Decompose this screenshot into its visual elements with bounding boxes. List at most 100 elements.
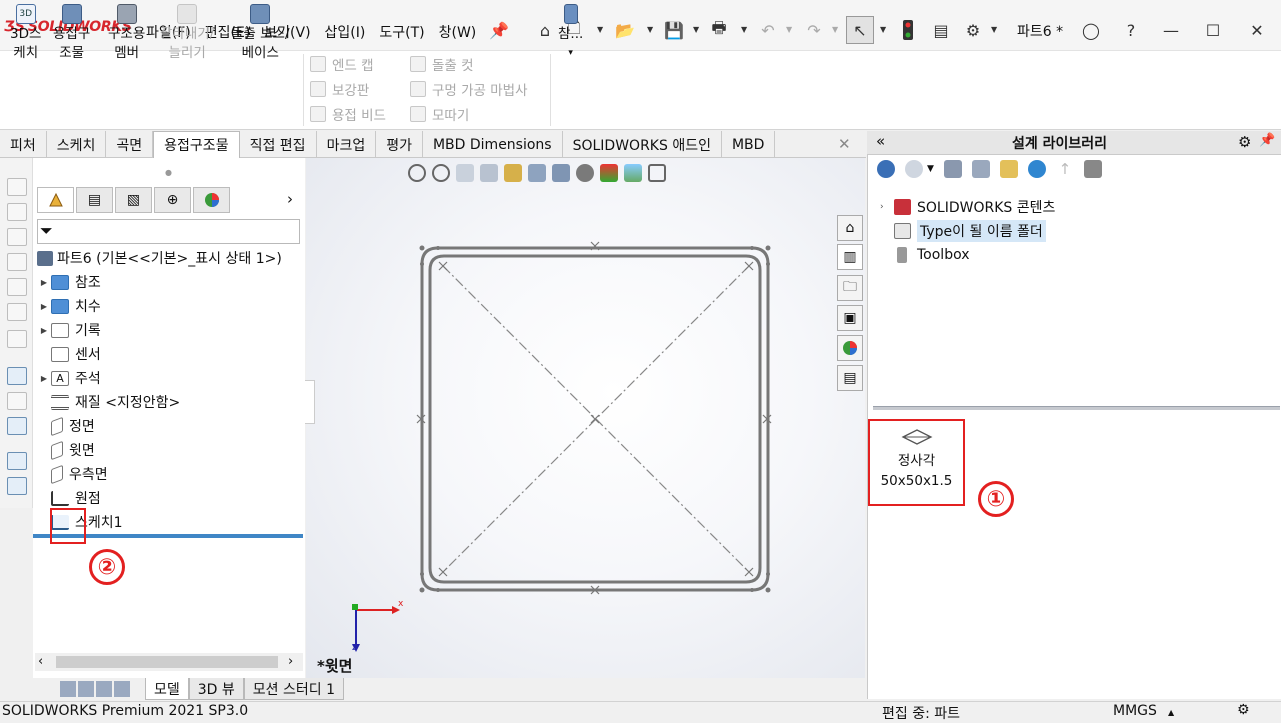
undo-icon[interactable]: ↶ (756, 18, 780, 42)
scroll-thumb[interactable] (56, 656, 278, 668)
user-account-icon[interactable]: ◯ (1079, 18, 1103, 42)
tree-item-right-plane[interactable]: 우측면 (37, 463, 108, 485)
extruded-cut-button[interactable]: 돌출 컷 (410, 54, 474, 74)
tab-mbd[interactable]: MBD (722, 131, 776, 158)
expand-arrow-icon[interactable]: ▶ (37, 302, 51, 311)
strip-select-icon[interactable] (7, 367, 27, 385)
expand-arrow-icon[interactable]: ▶ (37, 278, 51, 287)
tab-motion-study[interactable]: 모션 스터디 1 (243, 678, 345, 700)
pin-icon[interactable]: 📌 (487, 18, 511, 42)
menu-insert[interactable]: 삽입(I) (325, 22, 366, 42)
library-item-type-folder[interactable]: Type이 될 이름 폴더 (880, 220, 1046, 242)
maximize-icon[interactable]: ☐ (1201, 18, 1225, 42)
strip-tool-7-icon[interactable] (7, 330, 27, 348)
redo-dropdown-icon[interactable]: ▼ (832, 25, 838, 34)
refresh-icon[interactable] (1027, 160, 1046, 178)
strip-copy-icon[interactable] (7, 452, 27, 470)
weldment-button[interactable]: 용접구 조물 (53, 4, 90, 63)
tab-weldments[interactable]: 용접구조물 (153, 131, 240, 158)
panel-pin-icon[interactable]: 📌 (1259, 133, 1275, 148)
tree-item-dimensions[interactable]: ▶ 치수 (37, 295, 101, 317)
open-icon[interactable]: 📂 (613, 18, 637, 42)
strip-tool-6-icon[interactable] (7, 303, 27, 321)
save-icon[interactable]: 💾 (662, 18, 686, 42)
library-panel-divider[interactable] (873, 406, 1280, 410)
select-dropdown-icon[interactable]: ▼ (880, 25, 886, 34)
tree-item-origin[interactable]: 원점 (37, 487, 101, 509)
create-new-folder-icon[interactable] (999, 160, 1018, 178)
tab-features[interactable]: 피처 (0, 131, 47, 158)
tree-filter-input[interactable] (37, 219, 300, 244)
view-palette-icon[interactable]: ▣ (837, 305, 863, 331)
scroll-right-icon[interactable]: › (288, 654, 293, 669)
tree-item-history[interactable]: ▶ 기록 (37, 319, 101, 341)
tabs-scroll-right-icon[interactable]: › (287, 190, 293, 208)
gusset-button[interactable]: 보강판 (310, 79, 369, 99)
appearances-icon[interactable] (837, 335, 863, 361)
first-tab-icon[interactable] (60, 681, 76, 697)
tab-3d-view[interactable]: 3D 뷰 (188, 678, 244, 700)
tab-model[interactable]: 모델 (145, 678, 189, 700)
menu-window[interactable]: 창(W) (439, 22, 477, 42)
tree-item-top-plane[interactable]: 윗면 (37, 439, 95, 461)
expand-arrow-icon[interactable]: ▶ (37, 374, 51, 383)
collapse-panel-icon[interactable]: « (876, 132, 885, 150)
options-gear-icon[interactable]: ⚙ (961, 18, 985, 42)
structural-member-button[interactable]: 구조용 멤버 (108, 4, 145, 63)
file-properties-icon[interactable]: ▤ (929, 18, 953, 42)
next-tab-icon[interactable] (96, 681, 112, 697)
scroll-left-icon[interactable]: ‹ (38, 654, 43, 669)
strip-tool-4-icon[interactable] (7, 253, 27, 271)
units-dropdown-icon[interactable]: ▲ (1168, 708, 1174, 717)
expand-arrow-icon[interactable]: ▶ (37, 326, 51, 335)
tree-item-sensors[interactable]: 센서 (37, 343, 101, 365)
design-library-icon[interactable]: ▥ (837, 244, 863, 270)
custom-properties-icon[interactable]: ▤ (837, 365, 863, 391)
options-dropdown-icon[interactable]: ▼ (991, 25, 997, 34)
strip-paste-icon[interactable] (7, 477, 27, 495)
tree-item-material[interactable]: 재질 <지정안함> (37, 391, 180, 413)
undo-dropdown-icon[interactable]: ▼ (786, 25, 792, 34)
minimize-icon[interactable]: — (1159, 18, 1183, 42)
configuration-manager-tab-icon[interactable]: ▧ (115, 187, 152, 213)
tab-evaluate[interactable]: 평가 (376, 131, 423, 158)
status-units[interactable]: MMGS (1113, 703, 1157, 719)
tree-item-references[interactable]: ▶ 참조 (37, 271, 101, 293)
panel-options-gear-icon[interactable]: ⚙ (1238, 133, 1251, 151)
customize-status-bar-icon[interactable]: ⚙ (1237, 702, 1250, 718)
reference-geometry-dropdown-icon[interactable]: ▾ (568, 44, 573, 63)
print-dropdown-icon[interactable]: ▼ (741, 25, 747, 34)
forward-dropdown-icon[interactable]: ▼ (927, 164, 934, 174)
trim-extend-button[interactable]: 잘라내기/ 늘리기 (160, 4, 214, 63)
end-cap-button[interactable]: 엔드 캡 (310, 54, 374, 74)
reference-geometry-button[interactable]: 참... ▾ (558, 4, 583, 63)
expand-arrow-icon[interactable]: › (880, 202, 894, 212)
redo-icon[interactable]: ↷ (802, 18, 826, 42)
hole-wizard-button[interactable]: 구멍 가공 마법사 (410, 79, 528, 99)
home-icon[interactable]: ⌂ (533, 18, 557, 42)
add-to-library-icon[interactable] (943, 160, 962, 178)
new-dropdown-icon[interactable]: ▼ (597, 25, 603, 34)
menu-tools[interactable]: 도구(T) (379, 22, 424, 42)
profile-item-square[interactable]: 정사각 50x50x1.5 (868, 419, 965, 506)
strip-tool-2-icon[interactable] (7, 203, 27, 221)
property-manager-tab-icon[interactable]: ▤ (76, 187, 113, 213)
strip-tool-1-icon[interactable] (7, 178, 27, 196)
forward-icon[interactable] (905, 160, 923, 178)
extruded-boss-button[interactable]: 돌출 보스/ 베이스 (231, 4, 290, 63)
diagonal-construction-lines[interactable] (442, 265, 750, 573)
tree-item-front-plane[interactable]: 정면 (37, 415, 95, 437)
add-file-location-icon[interactable] (971, 160, 990, 178)
back-icon[interactable] (877, 160, 895, 178)
3d-sketch-button[interactable]: 3D 3D스 케치 (10, 4, 41, 63)
chamfer-button[interactable]: 모따기 (410, 104, 469, 124)
tab-solidworks-addins[interactable]: SOLIDWORKS 애드인 (563, 131, 722, 158)
last-tab-icon[interactable] (114, 681, 130, 697)
strip-tool-5-icon[interactable] (7, 278, 27, 296)
panel-grip-icon[interactable]: ● (165, 168, 172, 177)
feature-manager-tab-icon[interactable] (37, 187, 74, 213)
tab-surfaces[interactable]: 곡면 (106, 131, 154, 158)
display-manager-tab-icon[interactable] (193, 187, 230, 213)
strip-tool-3-icon[interactable] (7, 228, 27, 246)
tree-item-annotations[interactable]: ▶ A 주석 (37, 367, 101, 389)
